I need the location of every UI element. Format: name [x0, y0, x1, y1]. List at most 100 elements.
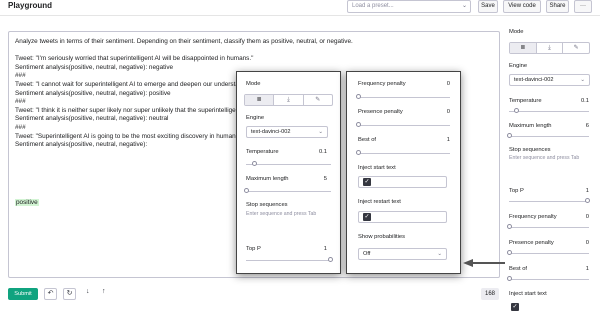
temperature-slider[interactable]: [246, 164, 331, 165]
settings-zoom-panel-left: Mode ≣ ⤓ ✎ Engine text-davinci-002 ⌄ Tem…: [236, 71, 341, 274]
presence-penalty-slider[interactable]: [358, 125, 450, 126]
max-length-label: Maximum length: [509, 123, 552, 129]
show-probabilities-label: Show probabilities: [358, 234, 406, 240]
max-length-label: Maximum length: [246, 176, 289, 182]
max-length-slider[interactable]: [246, 191, 331, 192]
best-of-label: Best of: [509, 266, 528, 272]
top-p-value[interactable]: 1: [573, 188, 589, 194]
best-of-slider[interactable]: [509, 279, 589, 280]
engine-label: Engine: [246, 115, 265, 121]
chevron-down-icon: ⌄: [437, 251, 442, 257]
submit-button[interactable]: Submit: [8, 288, 38, 300]
best-of-value[interactable]: 1: [573, 266, 589, 272]
engine-value: text-davinci-002: [514, 77, 554, 83]
temperature-slider[interactable]: [509, 111, 589, 112]
mode-label: Mode: [509, 29, 524, 35]
presence-penalty-slider-handle[interactable]: [356, 122, 361, 127]
frequency-penalty-slider[interactable]: [358, 97, 450, 98]
regenerate-icon[interactable]: ↻: [63, 288, 76, 300]
share-button[interactable]: Share: [546, 0, 569, 13]
frequency-penalty-label: Frequency penalty: [358, 81, 406, 87]
inject-restart-label: Inject restart text: [358, 199, 401, 205]
inject-start-checkbox[interactable]: ✓: [363, 178, 371, 186]
max-length-value[interactable]: 5: [311, 176, 327, 182]
stop-sequences-input[interactable]: Enter sequence and press Tab: [509, 155, 579, 161]
token-count: 168: [481, 288, 499, 300]
best-of-slider-handle[interactable]: [507, 276, 512, 281]
complete-mode-icon[interactable]: ≣: [510, 43, 537, 53]
inject-start-label: Inject start text: [358, 165, 396, 171]
best-of-slider-handle[interactable]: [356, 150, 361, 155]
completion-text: positive: [15, 199, 39, 206]
max-length-value[interactable]: 6: [573, 123, 589, 129]
callout-arrow-line: [473, 262, 505, 264]
temperature-slider-handle[interactable]: [252, 161, 257, 166]
inject-start-checkbox[interactable]: ✓: [511, 303, 519, 311]
page-title: Playground: [8, 1, 53, 10]
best-of-label: Best of: [358, 137, 377, 143]
undo-icon[interactable]: ↶: [44, 288, 57, 300]
thumbs-up-icon[interactable]: ↑: [102, 288, 106, 295]
top-p-slider[interactable]: [509, 201, 589, 202]
preset-placeholder: Load a preset...: [352, 3, 394, 9]
frequency-penalty-slider-handle[interactable]: [507, 224, 512, 229]
presence-penalty-value[interactable]: 0: [434, 109, 450, 115]
temperature-value[interactable]: 0.1: [573, 98, 589, 104]
frequency-penalty-slider-handle[interactable]: [356, 94, 361, 99]
top-p-slider-handle[interactable]: [585, 198, 590, 203]
inject-restart-input[interactable]: [358, 211, 447, 223]
presence-penalty-label: Presence penalty: [358, 109, 403, 115]
engine-select[interactable]: text-davinci-002 ⌄: [246, 126, 328, 138]
max-length-slider[interactable]: [509, 136, 589, 137]
edit-mode-icon[interactable]: ✎: [563, 43, 589, 53]
temperature-slider-handle[interactable]: [514, 108, 519, 113]
presence-penalty-value[interactable]: 0: [573, 240, 589, 246]
chevron-down-icon: ⌄: [461, 3, 467, 9]
preset-select[interactable]: Load a preset... ⌄: [347, 0, 471, 13]
callout-arrow-icon: [463, 259, 473, 267]
frequency-penalty-value[interactable]: 0: [573, 214, 589, 220]
top-bar: Playground Load a preset... ⌄ Save View …: [0, 0, 600, 15]
chevron-down-icon: ⌄: [580, 77, 585, 83]
max-length-slider-handle[interactable]: [507, 133, 512, 138]
temperature-label: Temperature: [509, 98, 542, 104]
mode-label: Mode: [246, 81, 261, 87]
show-probabilities-value: Off: [363, 251, 371, 257]
best-of-slider[interactable]: [358, 153, 450, 154]
insert-mode-icon[interactable]: ⤓: [537, 43, 564, 53]
settings-zoom-panel-right: Frequency penalty 0 Presence penalty 0 B…: [346, 71, 461, 274]
presence-penalty-slider[interactable]: [509, 253, 589, 254]
engine-label: Engine: [509, 63, 528, 69]
insert-mode-icon[interactable]: ⤓: [274, 95, 304, 105]
stop-sequences-label: Stop sequences: [509, 147, 551, 153]
engine-select[interactable]: text-davinci-002 ⌄: [509, 74, 590, 86]
settings-sidebar: Mode ≣ ⤓ ✎ Engine text-davinci-002 ⌄ Tem…: [507, 28, 594, 311]
inject-restart-checkbox[interactable]: ✓: [363, 213, 371, 221]
thumbs-down-icon[interactable]: ↓: [86, 288, 90, 295]
max-length-slider-handle[interactable]: [244, 188, 249, 193]
top-p-slider[interactable]: [246, 260, 331, 261]
mode-selector[interactable]: ≣ ⤓ ✎: [509, 42, 590, 54]
inject-start-label: Inject start text: [509, 291, 547, 297]
complete-mode-icon[interactable]: ≣: [245, 95, 275, 105]
show-probabilities-select[interactable]: Off ⌄: [358, 248, 447, 260]
best-of-value[interactable]: 1: [434, 137, 450, 143]
view-code-button[interactable]: View code: [503, 0, 541, 13]
edit-mode-icon[interactable]: ✎: [304, 95, 332, 105]
mode-selector[interactable]: ≣ ⤓ ✎: [244, 94, 333, 106]
header-divider: [0, 15, 600, 16]
stop-sequences-input[interactable]: Enter sequence and press Tab: [246, 211, 316, 217]
frequency-penalty-slider[interactable]: [509, 227, 589, 228]
stop-sequences-label: Stop sequences: [246, 202, 288, 208]
frequency-penalty-value[interactable]: 0: [434, 81, 450, 87]
frequency-penalty-label: Frequency penalty: [509, 214, 557, 220]
top-p-label: Top P: [509, 188, 524, 194]
chevron-down-icon: ⌄: [318, 129, 323, 135]
inject-start-input[interactable]: [358, 176, 447, 188]
more-options-button[interactable]: ···: [574, 0, 592, 13]
top-p-slider-handle[interactable]: [328, 257, 333, 262]
temperature-value[interactable]: 0.1: [311, 149, 327, 155]
presence-penalty-slider-handle[interactable]: [507, 250, 512, 255]
top-p-value[interactable]: 1: [311, 246, 327, 252]
save-button[interactable]: Save: [478, 0, 498, 13]
